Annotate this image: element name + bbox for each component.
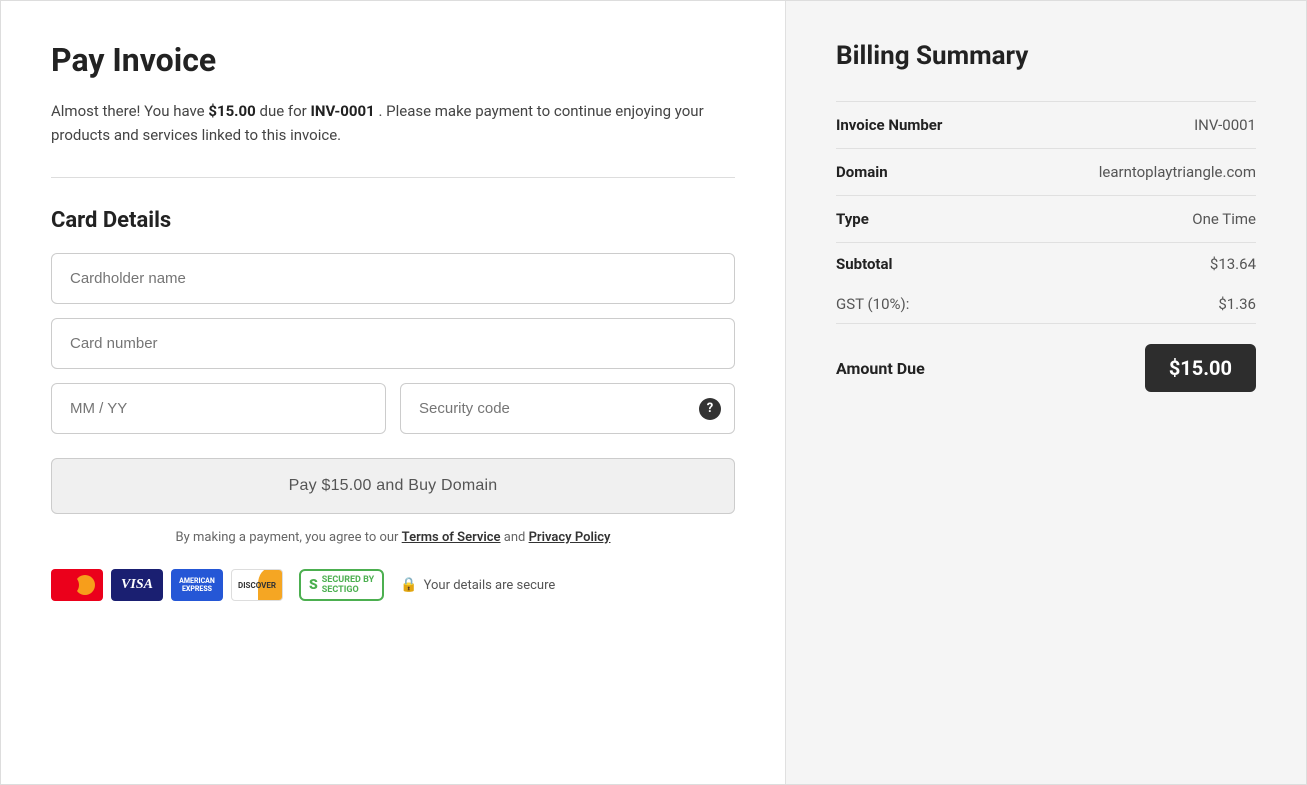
- footer-row: VISA AMERICANEXPRESS DISCOVER S SECURED …: [51, 569, 735, 601]
- expiry-input[interactable]: [51, 383, 386, 434]
- description: Almost there! You have $15.00 due for IN…: [51, 99, 735, 147]
- domain-label: Domain: [836, 163, 888, 181]
- security-code-input[interactable]: [400, 383, 735, 434]
- type-value: One Time: [1192, 210, 1256, 228]
- subtotal-label: Subtotal: [836, 255, 893, 273]
- security-wrapper: ?: [400, 383, 735, 434]
- billing-row-invoice: Invoice Number INV-0001: [836, 101, 1256, 149]
- billing-row-type: Type One Time: [836, 196, 1256, 243]
- card-logos: VISA AMERICANEXPRESS DISCOVER: [51, 569, 283, 601]
- invoice-number-label: Invoice Number: [836, 116, 942, 134]
- sectigo-s-icon: S: [309, 577, 318, 593]
- amount-due-badge: $15.00: [1145, 344, 1256, 392]
- discover-logo: DISCOVER: [231, 569, 283, 601]
- domain-value: learntoplaytriangle.com: [1099, 163, 1256, 181]
- sectigo-text: SECURED BY SECTIGO: [322, 575, 374, 595]
- card-details-title: Card Details: [51, 208, 735, 233]
- security-field-group: ?: [400, 383, 735, 434]
- gst-value: $1.36: [1218, 295, 1256, 313]
- sectigo-line2: SECTIGO: [322, 585, 374, 595]
- terms-text: By making a payment, you agree to our Te…: [51, 530, 735, 545]
- billing-row-domain: Domain learntoplaytriangle.com: [836, 149, 1256, 196]
- pay-button[interactable]: Pay $15.00 and Buy Domain: [51, 458, 735, 514]
- gst-row: GST (10%): $1.36: [836, 285, 1256, 324]
- secure-text: Your details are secure: [424, 578, 556, 593]
- description-pre: Almost there! You have: [51, 102, 208, 120]
- sectigo-line1: SECURED BY: [322, 575, 374, 585]
- page-title: Pay Invoice: [51, 41, 735, 79]
- right-panel: Billing Summary Invoice Number INV-0001 …: [786, 1, 1306, 784]
- terms-mid: and: [504, 530, 529, 545]
- card-number-field-group: [51, 318, 735, 369]
- cardholder-name-input[interactable]: [51, 253, 735, 304]
- security-help-icon[interactable]: ?: [699, 398, 721, 420]
- secure-badge: 🔒 Your details are secure: [400, 577, 555, 593]
- subtotal-row: Subtotal $13.64: [836, 243, 1256, 285]
- amount-due-row: Amount Due $15.00: [836, 324, 1256, 412]
- left-panel: Pay Invoice Almost there! You have $15.0…: [1, 1, 786, 784]
- billing-title: Billing Summary: [836, 41, 1256, 71]
- divider: [51, 177, 735, 178]
- invoice-number-value: INV-0001: [1194, 116, 1256, 134]
- description-mid: due for: [259, 102, 310, 120]
- amex-logo: AMERICANEXPRESS: [171, 569, 223, 601]
- terms-of-service-link[interactable]: Terms of Service: [402, 530, 501, 545]
- mastercard-logo: [51, 569, 103, 601]
- card-number-input[interactable]: [51, 318, 735, 369]
- expiry-security-row: ?: [51, 383, 735, 434]
- invoice-inline: INV-0001: [310, 102, 374, 120]
- expiry-field-group: [51, 383, 386, 434]
- lock-icon: 🔒: [400, 577, 417, 593]
- amount-due-label: Amount Due: [836, 359, 925, 378]
- privacy-policy-link[interactable]: Privacy Policy: [529, 530, 611, 545]
- subtotal-value: $13.64: [1210, 255, 1256, 273]
- sectigo-badge: S SECURED BY SECTIGO: [299, 569, 384, 601]
- type-label: Type: [836, 210, 869, 228]
- visa-logo: VISA: [111, 569, 163, 601]
- page-container: Pay Invoice Almost there! You have $15.0…: [0, 0, 1307, 785]
- terms-pre: By making a payment, you agree to our: [176, 530, 402, 545]
- amount-inline: $15.00: [208, 102, 255, 120]
- gst-label: GST (10%):: [836, 295, 909, 313]
- cardholder-field-group: [51, 253, 735, 304]
